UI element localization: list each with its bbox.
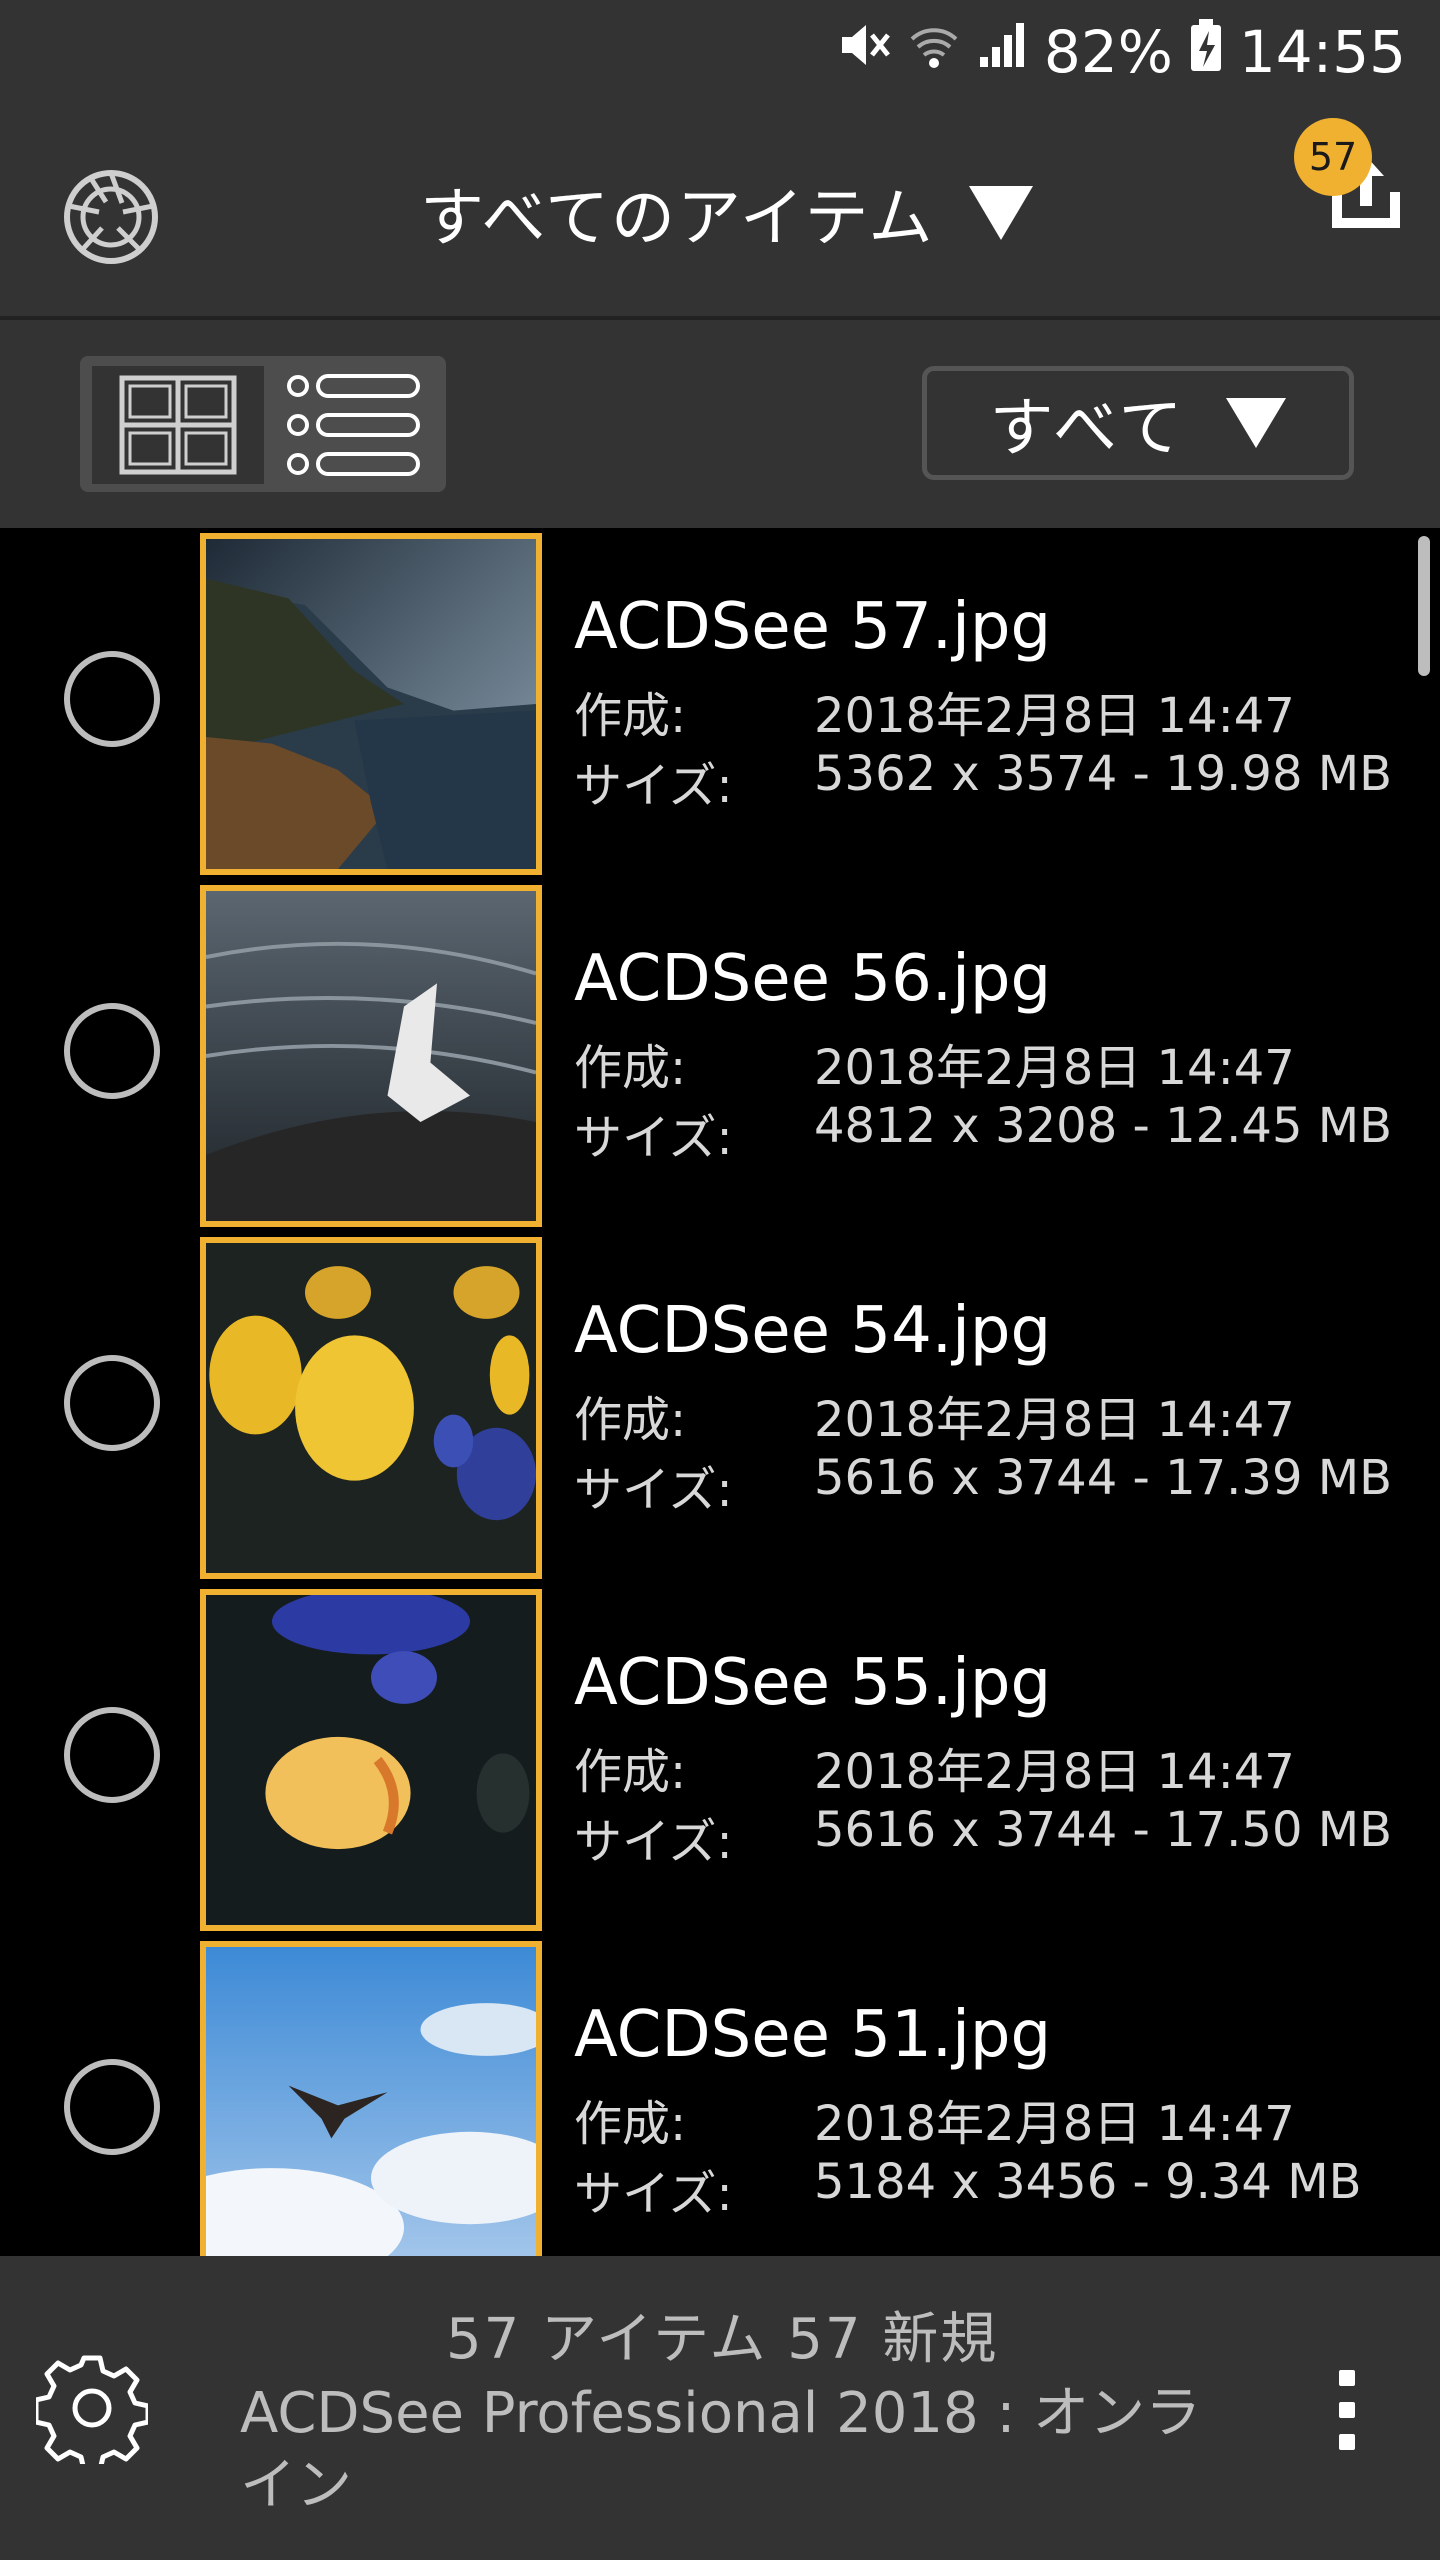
created-date: 2018年2月8日 14:47	[814, 1392, 1295, 1448]
dropdown-arrow-icon	[1226, 398, 1287, 448]
photo-thumbnail[interactable]	[200, 1941, 542, 2256]
file-name: ACDSee 56.jpg	[574, 942, 1052, 1016]
album-selector[interactable]: すべてのアイテム	[420, 158, 1033, 268]
file-size: 5362 x 3574 - 19.98 MB	[814, 746, 1393, 802]
list-item[interactable]: ACDSee 55.jpg 作成: 2018年2月8日 14:47 サイズ: 5…	[0, 1584, 1440, 1936]
created-date: 2018年2月8日 14:47	[814, 688, 1295, 744]
status-icons: 82% 14:55	[836, 12, 1406, 92]
size-label: サイズ:	[574, 1814, 733, 1870]
size-label: サイズ:	[574, 1462, 733, 1518]
file-size: 5616 x 3744 - 17.39 MB	[814, 1450, 1393, 1506]
battery-percent: 82%	[1043, 18, 1173, 86]
grid-view-icon[interactable]	[92, 366, 264, 484]
created-label: 作成:	[574, 2096, 687, 2152]
file-name: ACDSee 51.jpg	[574, 1998, 1052, 2072]
list-view-icon[interactable]	[278, 366, 428, 484]
file-name: ACDSee 57.jpg	[574, 590, 1052, 664]
file-name: ACDSee 54.jpg	[574, 1294, 1052, 1368]
created-date: 2018年2月8日 14:47	[814, 1744, 1295, 1800]
clock: 14:55	[1238, 18, 1406, 86]
item-counts: 57 アイテム 57 新規	[446, 2307, 999, 2372]
file-size: 4812 x 3208 - 12.45 MB	[814, 1098, 1393, 1154]
created-date: 2018年2月8日 14:47	[814, 1040, 1295, 1096]
photo-thumbnail[interactable]	[200, 533, 542, 875]
created-label: 作成:	[574, 1744, 687, 1800]
list-scrollbar[interactable]	[1418, 536, 1430, 676]
file-list[interactable]: ACDSee 57.jpg 作成: 2018年2月8日 14:47 サイズ: 5…	[0, 528, 1440, 2256]
upload-count-badge: 57	[1294, 118, 1372, 196]
select-radio[interactable]	[64, 2059, 160, 2155]
photo-thumbnail[interactable]	[200, 1237, 542, 1579]
created-label: 作成:	[574, 1392, 687, 1448]
battery-charging-icon	[1189, 17, 1223, 87]
filter-label: すべて	[989, 392, 1187, 466]
photo-thumbnail[interactable]	[200, 885, 542, 1227]
created-date: 2018年2月8日 14:47	[814, 2096, 1295, 2152]
signal-icon	[976, 17, 1028, 87]
list-item[interactable]: ACDSee 51.jpg 作成: 2018年2月8日 14:47 サイズ: 5…	[0, 1936, 1440, 2256]
select-radio[interactable]	[64, 651, 160, 747]
select-radio[interactable]	[64, 1355, 160, 1451]
file-size: 5184 x 3456 - 9.34 MB	[814, 2154, 1362, 2210]
photo-thumbnail[interactable]	[200, 1589, 542, 1931]
created-label: 作成:	[574, 688, 687, 744]
filter-dropdown[interactable]: すべて	[922, 366, 1354, 480]
select-radio[interactable]	[64, 1003, 160, 1099]
list-item[interactable]: ACDSee 54.jpg 作成: 2018年2月8日 14:47 サイズ: 5…	[0, 1232, 1440, 1584]
status-bar: 82% 14:55	[0, 0, 1440, 100]
file-name: ACDSee 55.jpg	[574, 1646, 1052, 1720]
file-size: 5616 x 3744 - 17.50 MB	[814, 1802, 1393, 1858]
gear-icon[interactable]	[33, 2352, 151, 2473]
wifi-icon	[908, 17, 960, 87]
select-radio[interactable]	[64, 1707, 160, 1803]
size-label: サイズ:	[574, 758, 733, 814]
more-options-icon[interactable]	[1330, 2370, 1364, 2450]
server-status: ACDSee Professional 2018 : オンライン	[240, 2381, 1202, 2518]
created-label: 作成:	[574, 1040, 687, 1096]
size-label: サイズ:	[574, 2166, 733, 2222]
aperture-icon[interactable]	[62, 168, 160, 266]
list-item[interactable]: ACDSee 57.jpg 作成: 2018年2月8日 14:47 サイズ: 5…	[0, 528, 1440, 880]
dropdown-arrow-icon	[968, 186, 1033, 240]
list-item[interactable]: ACDSee 56.jpg 作成: 2018年2月8日 14:47 サイズ: 4…	[0, 880, 1440, 1232]
mute-icon	[836, 17, 892, 87]
album-title: すべてのアイテム	[420, 182, 935, 256]
size-label: サイズ:	[574, 1110, 733, 1166]
